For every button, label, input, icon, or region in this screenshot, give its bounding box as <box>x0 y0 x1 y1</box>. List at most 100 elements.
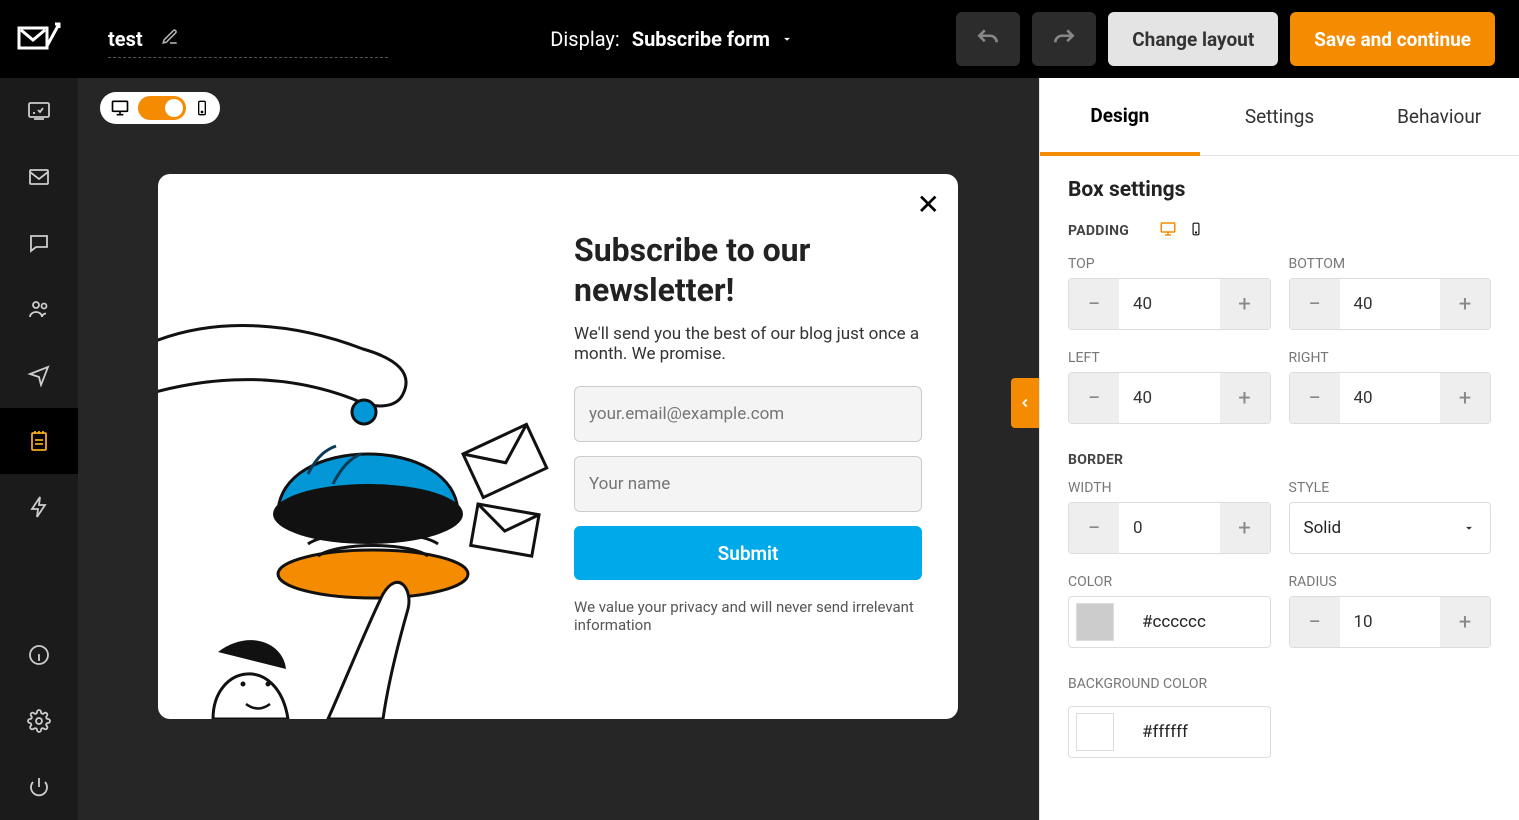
device-toggle <box>100 92 220 124</box>
notes-icon <box>27 429 51 453</box>
rail-chat[interactable] <box>0 210 78 276</box>
form-title-editor[interactable]: test <box>108 27 388 58</box>
sidepanel-tabs: Design Settings Behaviour <box>1040 78 1519 156</box>
border-radius-decrement[interactable]: − <box>1290 597 1340 647</box>
padding-bottom-stepper: − 40 + <box>1289 278 1492 330</box>
pencil-icon <box>161 28 179 50</box>
desktop-icon[interactable] <box>110 98 130 118</box>
chevron-down-icon <box>780 32 794 46</box>
padding-bottom-decrement[interactable]: − <box>1290 279 1340 329</box>
chevron-left-icon <box>1018 396 1032 410</box>
logo-icon <box>17 22 61 56</box>
bg-color-value: #ffffff <box>1114 722 1188 742</box>
tab-behaviour[interactable]: Behaviour <box>1359 78 1519 156</box>
box-settings-heading: Box settings <box>1068 178 1491 202</box>
rail-power[interactable] <box>0 754 78 820</box>
tab-settings[interactable]: Settings <box>1200 78 1360 156</box>
bg-color-input[interactable]: #ffffff <box>1068 706 1271 758</box>
rail-send[interactable] <box>0 342 78 408</box>
zap-icon <box>27 495 51 519</box>
border-color-value: #cccccc <box>1114 612 1206 632</box>
border-color-label: COLOR <box>1068 574 1271 590</box>
border-radius-value[interactable]: 10 <box>1340 597 1441 647</box>
padding-top-decrement[interactable]: − <box>1069 279 1119 329</box>
padding-left-increment[interactable]: + <box>1220 373 1270 423</box>
tab-design[interactable]: Design <box>1040 78 1200 156</box>
rail-mail[interactable] <box>0 144 78 210</box>
bg-color-swatch <box>1076 713 1114 751</box>
name-field[interactable] <box>574 456 922 512</box>
border-color-swatch <box>1076 603 1114 641</box>
padding-right-increment[interactable]: + <box>1440 373 1490 423</box>
privacy-text: We value your privacy and will never sen… <box>574 598 922 634</box>
border-style-value: Solid <box>1304 518 1342 538</box>
padding-top-increment[interactable]: + <box>1220 279 1270 329</box>
close-icon[interactable]: ✕ <box>917 188 940 221</box>
send-icon <box>27 363 51 387</box>
padding-left-decrement[interactable]: − <box>1069 373 1119 423</box>
border-width-decrement[interactable]: − <box>1069 503 1119 553</box>
change-layout-button[interactable]: Change layout <box>1108 12 1278 66</box>
padding-mobile-icon[interactable] <box>1189 220 1203 242</box>
border-width-increment[interactable]: + <box>1220 503 1270 553</box>
padding-right-decrement[interactable]: − <box>1290 373 1340 423</box>
border-width-stepper: − 0 + <box>1068 502 1271 554</box>
rail-settings[interactable] <box>0 688 78 754</box>
mobile-icon[interactable] <box>194 98 210 118</box>
email-field[interactable] <box>574 386 922 442</box>
display-label: Display: <box>550 27 619 51</box>
users-icon <box>27 297 51 321</box>
side-panel: Design Settings Behaviour Box settings P… <box>1039 78 1519 820</box>
collapse-panel-button[interactable] <box>1011 378 1039 428</box>
padding-right-label: RIGHT <box>1289 350 1492 366</box>
padding-top-label: TOP <box>1068 256 1271 272</box>
rail-zap[interactable] <box>0 474 78 540</box>
form-title: test <box>108 27 143 51</box>
rail-dashboard[interactable] <box>0 78 78 144</box>
padding-label: PADDING <box>1068 223 1129 239</box>
padding-top-stepper: − 40 + <box>1068 278 1271 330</box>
save-continue-button[interactable]: Save and continue <box>1290 12 1495 66</box>
padding-left-value[interactable]: 40 <box>1119 373 1220 423</box>
padding-bottom-value[interactable]: 40 <box>1340 279 1441 329</box>
border-radius-increment[interactable]: + <box>1440 597 1490 647</box>
mail-icon <box>27 165 51 189</box>
padding-bottom-increment[interactable]: + <box>1440 279 1490 329</box>
gear-icon <box>27 709 51 733</box>
canvas: ✕ <box>78 78 1039 820</box>
border-style-select[interactable]: Solid <box>1289 502 1492 554</box>
padding-top-value[interactable]: 40 <box>1119 279 1220 329</box>
top-bar: test Display: Subscribe form C <box>78 0 1519 78</box>
redo-icon <box>1051 26 1077 52</box>
display-selector[interactable]: Subscribe form <box>632 27 794 51</box>
popup-subtitle: We'll send you the best of our blog just… <box>574 324 922 364</box>
border-radius-stepper: − 10 + <box>1289 596 1492 648</box>
border-radius-label: RADIUS <box>1289 574 1492 590</box>
rail-users[interactable] <box>0 276 78 342</box>
rail-info[interactable] <box>0 622 78 688</box>
device-switch[interactable] <box>138 96 186 120</box>
power-icon <box>27 775 51 799</box>
popup-preview[interactable]: ✕ <box>158 174 958 719</box>
padding-right-value[interactable]: 40 <box>1340 373 1441 423</box>
border-width-label: WIDTH <box>1068 480 1271 496</box>
submit-button[interactable]: Submit <box>574 526 922 580</box>
redo-button[interactable] <box>1032 12 1096 66</box>
bg-color-label: BACKGROUND COLOR <box>1068 676 1491 692</box>
padding-desktop-icon[interactable] <box>1157 220 1179 242</box>
info-icon <box>27 643 51 667</box>
border-color-input[interactable]: #cccccc <box>1068 596 1271 648</box>
dashboard-icon <box>27 99 51 123</box>
display-value-text: Subscribe form <box>632 27 770 51</box>
chevron-down-icon <box>1462 521 1476 535</box>
padding-left-label: LEFT <box>1068 350 1271 366</box>
border-label: BORDER <box>1068 452 1491 468</box>
undo-button[interactable] <box>956 12 1020 66</box>
padding-bottom-label: BOTTOM <box>1289 256 1492 272</box>
rail-notes[interactable] <box>0 408 78 474</box>
brand-logo <box>0 0 78 78</box>
border-width-value[interactable]: 0 <box>1119 503 1220 553</box>
border-style-label: STYLE <box>1289 480 1492 496</box>
undo-icon <box>975 26 1001 52</box>
popup-title: Subscribe to our newsletter! <box>574 230 922 310</box>
